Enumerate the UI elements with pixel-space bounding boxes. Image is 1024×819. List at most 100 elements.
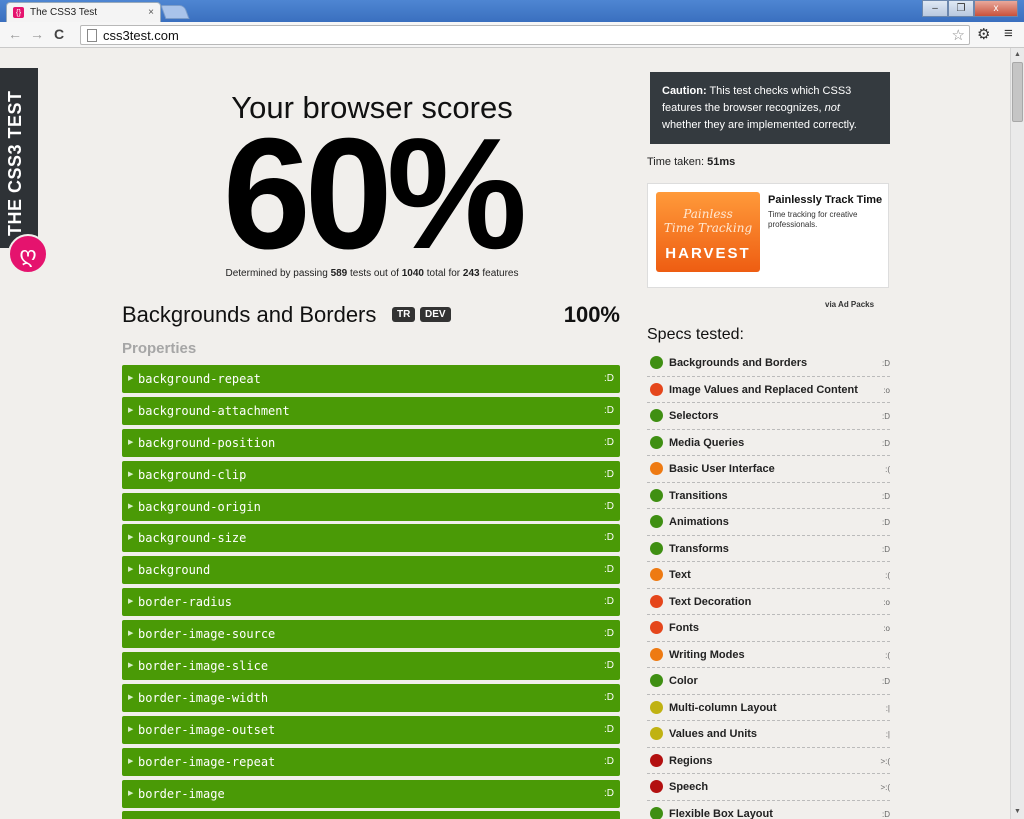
- spec-result: :D: [882, 438, 890, 448]
- status-dot-icon: [650, 753, 663, 767]
- feature-row[interactable]: ▶ border-image-repeat:D: [122, 747, 620, 776]
- feature-row[interactable]: ▶ border-image-source:D: [122, 620, 620, 649]
- spec-name[interactable]: Image Values and Replaced Content: [669, 384, 858, 396]
- spec-name[interactable]: Transforms: [669, 543, 729, 555]
- feature-name: border-image-source: [138, 627, 276, 642]
- css3-logo-icon[interactable]: ღ: [8, 234, 48, 274]
- feature-result: :D: [604, 755, 614, 767]
- spec-name[interactable]: Text: [669, 569, 691, 581]
- close-window-button[interactable]: x: [974, 0, 1018, 17]
- spec-name[interactable]: Basic User Interface: [669, 463, 775, 475]
- feature-row[interactable]: ▶ background-position:D: [122, 428, 620, 457]
- feature-name: background-attachment: [138, 403, 290, 418]
- feature-name: border-radius: [138, 595, 232, 610]
- spec-item[interactable]: Image Values and Replaced Content:o: [647, 377, 890, 403]
- status-dot-icon: [650, 780, 663, 793]
- harvest-ad-image[interactable]: Painless Time Tracking HARVEST: [656, 192, 760, 272]
- feature-name: border-image-outset: [138, 722, 276, 737]
- spec-name[interactable]: Writing Modes: [669, 649, 745, 661]
- reload-icon[interactable]: C: [54, 26, 64, 42]
- spec-item[interactable]: Speech >:(: [647, 774, 890, 801]
- bookmark-star-icon[interactable]: ☆: [952, 26, 965, 44]
- section-title[interactable]: Backgrounds and Borders: [122, 302, 376, 328]
- caution-label: Caution:: [662, 85, 707, 97]
- feature-result: :D: [604, 436, 614, 448]
- spec-item[interactable]: Flexible Box Layout:D: [647, 801, 890, 819]
- ad-via-link[interactable]: via Ad Packs: [825, 300, 874, 309]
- feature-row[interactable]: ▶ background-attachment:D: [122, 396, 620, 425]
- spec-item[interactable]: Backgrounds and Borders:D: [647, 350, 890, 377]
- feature-row[interactable]: ▶ border-radius:D: [122, 588, 620, 617]
- spec-name[interactable]: Selectors: [669, 410, 719, 422]
- feature-row[interactable]: ▶ background-origin:D: [122, 492, 620, 521]
- spec-item[interactable]: Transitions:D: [647, 483, 890, 509]
- spec-item[interactable]: Media Queries :D: [647, 430, 890, 456]
- tab-title: The CSS3 Test: [30, 7, 98, 18]
- spec-name[interactable]: Regions: [669, 755, 712, 767]
- feature-row[interactable]: ▶ border-image-slice:D: [122, 652, 620, 681]
- scroll-up-icon[interactable]: ▲: [1011, 48, 1024, 62]
- spec-item[interactable]: Transforms:D: [647, 536, 890, 562]
- vertical-scrollbar[interactable]: ▲ ▼: [1010, 48, 1024, 819]
- tests-passed: 589: [330, 268, 348, 279]
- tab-css3-test[interactable]: {} The CSS3 Test ×: [6, 2, 161, 22]
- url-text[interactable]: css3test.com: [103, 28, 179, 43]
- feature-result: :D: [604, 500, 614, 512]
- spec-name[interactable]: Media Queries: [669, 437, 744, 449]
- spec-result: :|: [885, 730, 890, 739]
- spec-item[interactable]: Fonts:o: [647, 615, 890, 642]
- spec-item[interactable]: Color:D: [647, 668, 890, 695]
- spec-name[interactable]: Flexible Box Layout: [669, 808, 773, 819]
- badge-tr[interactable]: TR: [392, 307, 416, 322]
- feature-row[interactable]: ▶ background-clip:D: [122, 460, 620, 489]
- side-ribbon[interactable]: THE CSS3 TEST: [0, 68, 38, 248]
- feature-row[interactable]: ▶ border-image:D: [122, 779, 620, 808]
- advertisement[interactable]: Painless Time Tracking HARVEST Painlessl…: [647, 183, 889, 288]
- tab-close-icon[interactable]: ×: [148, 7, 154, 18]
- spec-item[interactable]: Basic User Interface:(: [647, 456, 890, 483]
- spec-item[interactable]: Text:(: [647, 562, 890, 589]
- spec-item[interactable]: Values and Units :|: [647, 721, 890, 748]
- spec-name[interactable]: Animations: [669, 516, 729, 528]
- spec-item[interactable]: Animations:D: [647, 509, 890, 536]
- feature-row[interactable]: ▶ border-image-outset:D: [122, 715, 620, 744]
- spec-item[interactable]: Writing Modes:(: [647, 642, 890, 668]
- spec-item[interactable]: Regions >:(: [647, 748, 890, 774]
- spec-name[interactable]: Speech: [669, 781, 708, 793]
- forward-icon[interactable]: →: [30, 26, 44, 42]
- badge-dev[interactable]: DEV: [420, 307, 451, 322]
- feature-row[interactable]: ▶ background-repeat:D: [122, 365, 620, 393]
- feature-result: :D: [604, 373, 614, 384]
- feature-row[interactable]: ▶ background:D: [122, 556, 620, 585]
- spec-name[interactable]: Multi-column Layout: [669, 702, 777, 714]
- back-icon[interactable]: ←: [8, 26, 22, 42]
- favicon-icon: {}: [13, 7, 24, 18]
- spec-item[interactable]: Selectors:D: [647, 403, 890, 430]
- scroll-down-icon[interactable]: ▼: [1011, 805, 1024, 819]
- spec-name[interactable]: Backgrounds and Borders: [669, 357, 807, 369]
- spec-name[interactable]: Transitions: [669, 490, 728, 502]
- feature-row[interactable]: [122, 811, 620, 819]
- menu-icon[interactable]: ≡: [1004, 25, 1013, 42]
- spec-name[interactable]: Fonts: [669, 622, 699, 634]
- spec-name[interactable]: Color: [669, 675, 698, 687]
- minimize-button[interactable]: –: [922, 0, 948, 17]
- settings-gear-icon[interactable]: ⚙: [977, 25, 990, 43]
- ad-img-line2: Time Tracking: [663, 221, 753, 235]
- features-count: 243: [462, 268, 480, 279]
- spec-item[interactable]: Text Decoration:o: [647, 589, 890, 615]
- restore-button[interactable]: ❐: [948, 0, 974, 17]
- feature-row[interactable]: ▶ background-size:D: [122, 524, 620, 553]
- ad-title[interactable]: Painlessly Track Time: [768, 194, 882, 206]
- status-dot-icon: [650, 356, 663, 369]
- feature-row[interactable]: ▶ border-image-width:D: [122, 683, 620, 712]
- spec-item[interactable]: Multi-column Layout:|: [647, 695, 890, 721]
- feature-list: ▶ background-repeat:D ▶ background-attachme…: [122, 365, 620, 819]
- spec-name[interactable]: Values and Units: [669, 728, 757, 740]
- status-dot-icon: [650, 462, 663, 475]
- new-tab-button[interactable]: [160, 5, 190, 19]
- address-bar[interactable]: css3test.com ☆: [80, 25, 970, 45]
- expand-arrow-icon: ▶: [128, 375, 134, 382]
- scroll-thumb[interactable]: [1012, 62, 1023, 122]
- spec-name[interactable]: Text Decoration: [669, 596, 751, 608]
